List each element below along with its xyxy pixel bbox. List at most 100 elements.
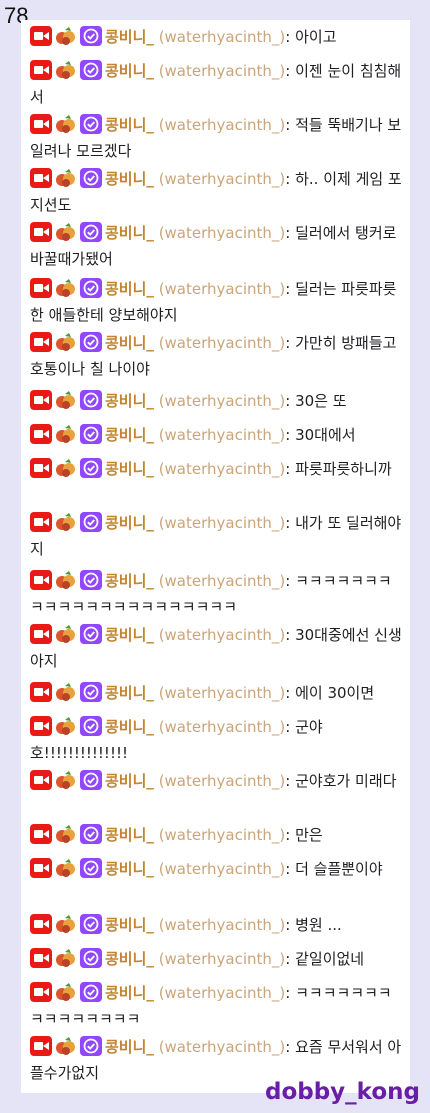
chat-separator: : [285, 772, 291, 790]
chat-separator: : [285, 280, 291, 298]
video-camera-icon [30, 332, 52, 352]
chat-message: 콩비니_ (waterhyacinth_): 딜러는 파릇파릇한 애들한테 양보… [30, 276, 402, 328]
chat-message: 콩비니_ (waterhyacinth_): 만은 [30, 822, 402, 848]
video-camera-icon [30, 914, 52, 934]
chat-username[interactable]: 콩비니_ [105, 626, 154, 644]
chat-message: 콩비니_ (waterhyacinth_): 30은 또 [30, 388, 402, 414]
chat-username[interactable]: 콩비니_ [105, 460, 154, 478]
chat-login: (waterhyacinth_) [158, 280, 286, 298]
chat-login: (waterhyacinth_) [158, 460, 286, 478]
chat-separator: : [285, 460, 291, 478]
chat-login: (waterhyacinth_) [158, 334, 286, 352]
check-badge-icon [80, 168, 102, 188]
video-camera-icon [30, 858, 52, 878]
chat-username[interactable]: 콩비니_ [105, 514, 154, 532]
fruit-basket-icon [55, 512, 77, 532]
fruit-basket-icon [55, 716, 77, 736]
chat-username[interactable]: 콩비니_ [105, 62, 154, 80]
chat-message: 콩비니_ (waterhyacinth_): 30대중에선 신생아지 [30, 622, 402, 674]
chat-message: 콩비니_ (waterhyacinth_): 30대에서 [30, 422, 402, 448]
chat-username[interactable]: 콩비니_ [105, 950, 154, 968]
chat-username[interactable]: 콩비니_ [105, 984, 154, 1002]
video-camera-icon [30, 512, 52, 532]
fruit-basket-icon [55, 948, 77, 968]
chat-message: 콩비니_ (waterhyacinth_): 내가 또 딜러해야지 [30, 510, 402, 562]
check-badge-icon [80, 682, 102, 702]
video-camera-icon [30, 114, 52, 134]
chat-username[interactable]: 콩비니_ [105, 684, 154, 702]
chat-message-text: 파릇파릇하니까 [295, 460, 392, 478]
fruit-basket-icon [55, 168, 77, 188]
chat-message: 콩비니_ (waterhyacinth_): 적들 뚝배기나 보일려나 모르겠다 [30, 112, 402, 164]
chat-username[interactable]: 콩비니_ [105, 170, 154, 188]
chat-username[interactable]: 콩비니_ [105, 718, 154, 736]
check-badge-icon [80, 858, 102, 878]
chat-separator: : [285, 116, 291, 134]
video-camera-icon [30, 716, 52, 736]
chat-separator: : [285, 426, 291, 444]
chat-separator: : [285, 514, 291, 532]
chat-username[interactable]: 콩비니_ [105, 116, 154, 134]
chat-login: (waterhyacinth_) [158, 860, 286, 878]
fruit-basket-icon [55, 624, 77, 644]
check-badge-icon [80, 332, 102, 352]
fruit-basket-icon [55, 824, 77, 844]
check-badge-icon [80, 60, 102, 80]
video-camera-icon [30, 624, 52, 644]
video-camera-icon [30, 570, 52, 590]
fruit-basket-icon [55, 1036, 77, 1056]
check-badge-icon [80, 570, 102, 590]
video-camera-icon [30, 60, 52, 80]
chat-separator: : [285, 62, 291, 80]
chat-username[interactable]: 콩비니_ [105, 826, 154, 844]
watermark: dobby_kong [264, 1079, 420, 1105]
chat-username[interactable]: 콩비니_ [105, 334, 154, 352]
chat-login: (waterhyacinth_) [158, 950, 286, 968]
chat-login: (waterhyacinth_) [158, 426, 286, 444]
fruit-basket-icon [55, 390, 77, 410]
chat-username[interactable]: 콩비니_ [105, 772, 154, 790]
chat-message-text: 만은 [295, 826, 323, 844]
chat-log-panel: 콩비니_ (waterhyacinth_): 아이고 콩비니_ (waterhya… [21, 20, 410, 1093]
check-badge-icon [80, 390, 102, 410]
video-camera-icon [30, 458, 52, 478]
chat-message: 콩비니_ (waterhyacinth_): ㅋㅋㅋㅋㅋㅋㅋㅋㅋㅋㅋㅋㅋㅋㅋ [30, 980, 402, 1032]
chat-message: 콩비니_ (waterhyacinth_): ㅋㅋㅋㅋㅋㅋㅋㅋㅋㅋㅋㅋㅋㅋㅋㅋㅋ… [30, 568, 402, 620]
chat-login: (waterhyacinth_) [158, 514, 286, 532]
chat-username[interactable]: 콩비니_ [105, 860, 154, 878]
check-badge-icon [80, 222, 102, 242]
check-badge-icon [80, 914, 102, 934]
chat-login: (waterhyacinth_) [158, 684, 286, 702]
check-badge-icon [80, 1036, 102, 1056]
chat-username[interactable]: 콩비니_ [105, 916, 154, 934]
chat-message: 콩비니_ (waterhyacinth_): 더 슬플뿐이야 [30, 856, 402, 882]
chat-separator: : [285, 860, 291, 878]
chat-message: 콩비니_ (waterhyacinth_): 에이 30이면 [30, 680, 402, 706]
chat-login: (waterhyacinth_) [158, 28, 286, 46]
chat-username[interactable]: 콩비니_ [105, 28, 154, 46]
chat-separator: : [285, 916, 291, 934]
fruit-basket-icon [55, 114, 77, 134]
chat-username[interactable]: 콩비니_ [105, 224, 154, 242]
chat-username[interactable]: 콩비니_ [105, 392, 154, 410]
chat-login: (waterhyacinth_) [158, 718, 286, 736]
chat-separator: : [285, 170, 291, 188]
chat-login: (waterhyacinth_) [158, 62, 286, 80]
check-badge-icon [80, 624, 102, 644]
chat-username[interactable]: 콩비니_ [105, 426, 154, 444]
chat-username[interactable]: 콩비니_ [105, 280, 154, 298]
chat-separator: : [285, 392, 291, 410]
fruit-basket-icon [55, 222, 77, 242]
chat-separator: : [285, 950, 291, 968]
chat-separator: : [285, 224, 291, 242]
chat-username[interactable]: 콩비니_ [105, 1038, 154, 1056]
video-camera-icon [30, 26, 52, 46]
fruit-basket-icon [55, 60, 77, 80]
chat-login: (waterhyacinth_) [158, 392, 286, 410]
video-camera-icon [30, 424, 52, 444]
chat-username[interactable]: 콩비니_ [105, 572, 154, 590]
fruit-basket-icon [55, 982, 77, 1002]
check-badge-icon [80, 458, 102, 478]
video-camera-icon [30, 824, 52, 844]
check-badge-icon [80, 982, 102, 1002]
